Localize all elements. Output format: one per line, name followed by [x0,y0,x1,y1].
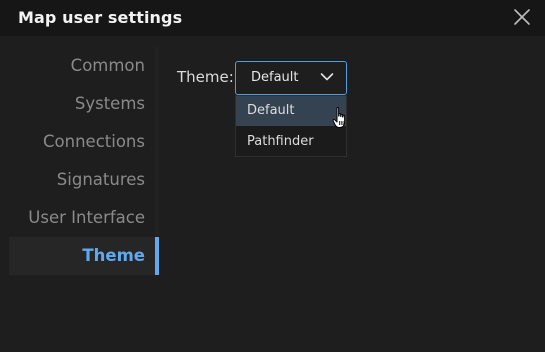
hand-pointer-icon [332,106,346,128]
close-button[interactable] [512,7,532,27]
sidebar-item-connections[interactable]: Connections [9,123,159,161]
sidebar-item-common[interactable]: Common [9,47,159,85]
settings-dialog: Map user settings Common Systems Connect… [0,0,545,352]
close-icon [514,9,530,25]
theme-dropdown-list: Default Pathfinder [235,95,347,157]
sidebar-item-signatures[interactable]: Signatures [9,161,159,199]
sidebar-item-user-interface[interactable]: User Interface [9,199,159,237]
dialog-title: Map user settings [18,8,183,27]
title-bar: Map user settings [0,0,545,36]
chevron-down-icon [320,73,334,81]
theme-option-pathfinder[interactable]: Pathfinder [236,127,346,157]
theme-label: Theme: [177,68,234,86]
settings-sidebar: Common Systems Connections Signatures Us… [9,47,159,297]
theme-select[interactable]: Default [235,61,347,95]
theme-select-value: Default [251,70,299,85]
sidebar-item-systems[interactable]: Systems [9,85,159,123]
sidebar-item-theme[interactable]: Theme [9,237,159,275]
theme-option-default[interactable]: Default [236,96,346,126]
